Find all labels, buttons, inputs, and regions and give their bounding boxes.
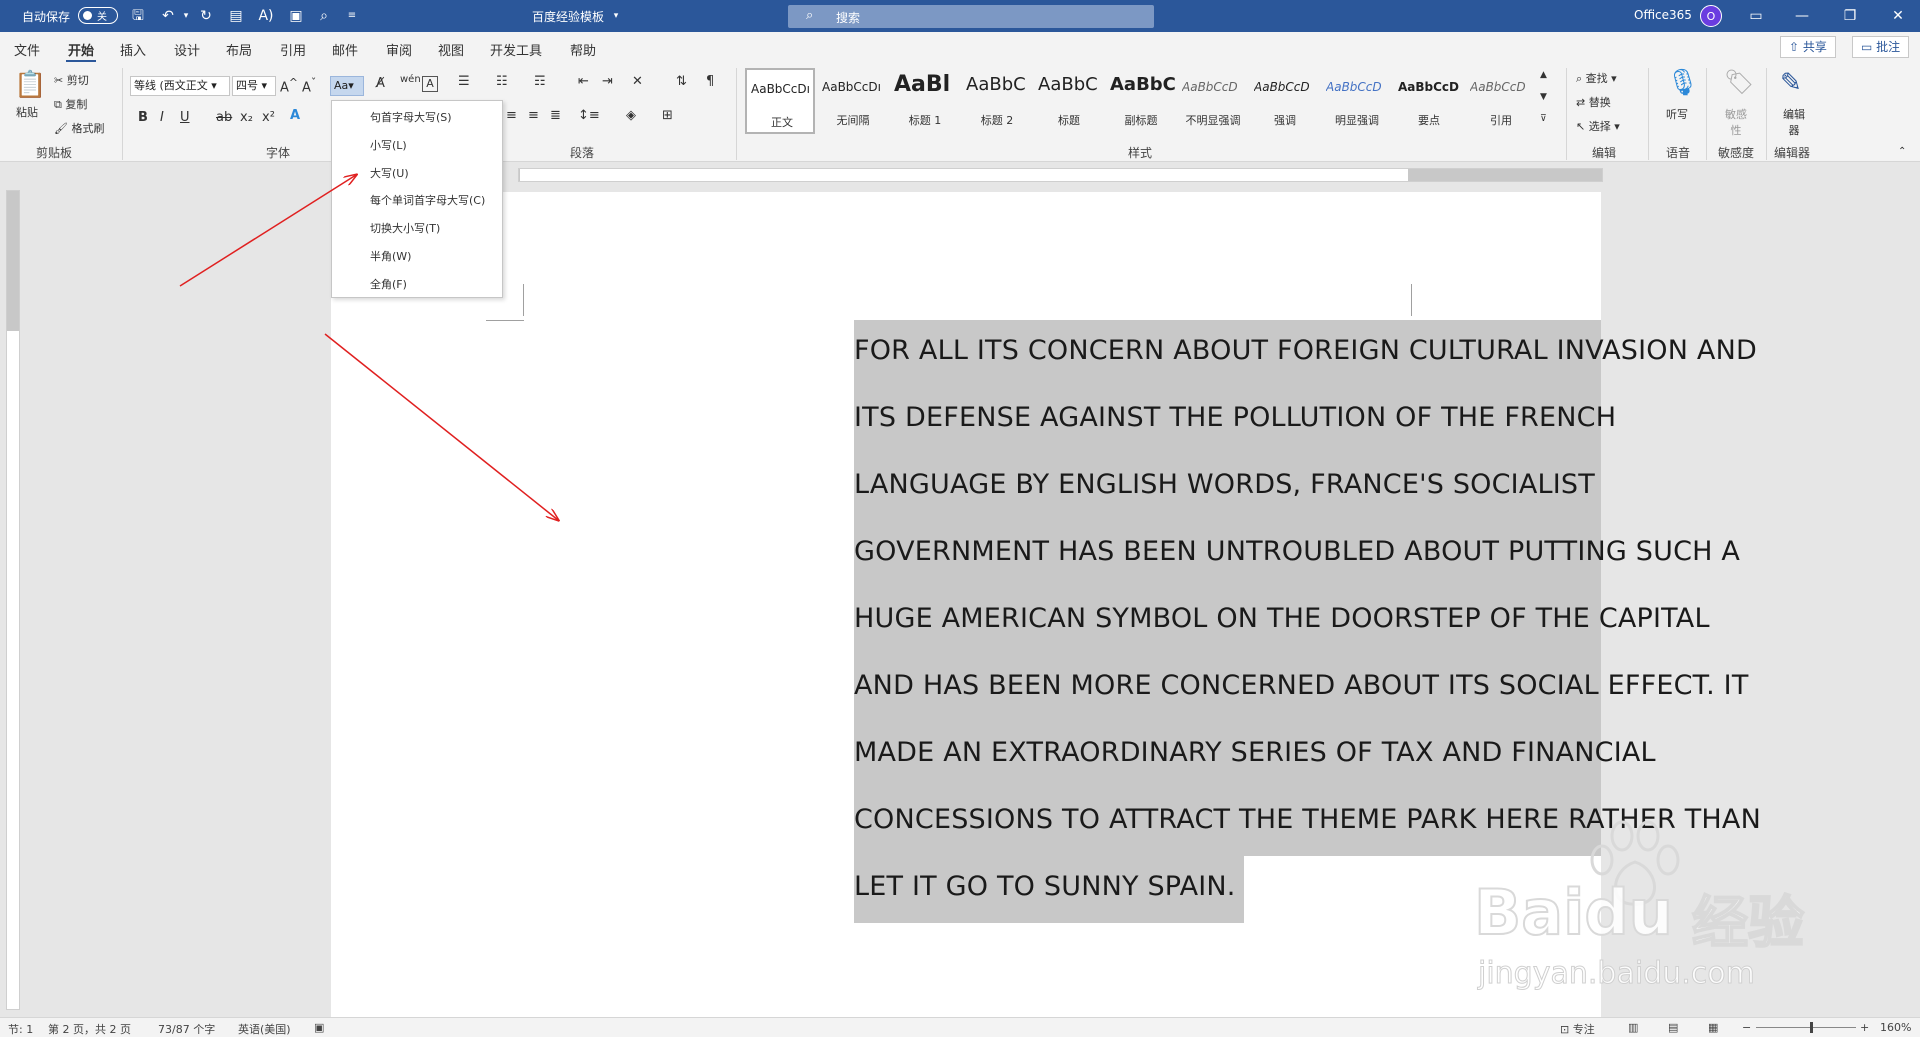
watermark-cn: 经验 (1691, 890, 1805, 957)
zoom-in-icon[interactable]: + (1860, 1021, 1869, 1034)
watermark-brand: Baidu (1473, 875, 1674, 950)
zoom-level[interactable]: 160% (1880, 1021, 1911, 1034)
focus-button[interactable]: ⊡ 专注 (1560, 1021, 1595, 1037)
zoom-out-icon[interactable]: − (1742, 1021, 1751, 1034)
status-bar: 节: 1 第 2 页，共 2 页 73/87 个字 英语(美国) ▣ ⊡ 专注 … (0, 1017, 1920, 1037)
accessibility-icon[interactable]: ▣ (314, 1021, 324, 1034)
zoom-slider[interactable] (1756, 1027, 1856, 1028)
web-layout-view-icon[interactable]: ▦ (1708, 1021, 1718, 1034)
watermark-url: jingyan.baidu.com (1478, 956, 1756, 992)
zoom-slider-thumb[interactable] (1810, 1022, 1813, 1033)
status-words[interactable]: 73/87 个字 (158, 1021, 215, 1037)
read-mode-view-icon[interactable]: ▥ (1628, 1021, 1638, 1034)
status-language[interactable]: 英语(美国) (238, 1021, 291, 1037)
print-layout-view-icon[interactable]: ▤ (1668, 1021, 1678, 1034)
baidu-watermark: Baidu 经验 jingyan.baidu.com (1470, 820, 1830, 1000)
arrow-to-uppercase (179, 175, 356, 287)
arrow-to-text (324, 333, 558, 520)
status-section[interactable]: 节: 1 (8, 1021, 33, 1037)
status-page[interactable]: 第 2 页，共 2 页 (48, 1021, 131, 1037)
focus-label: 专注 (1572, 1023, 1595, 1036)
